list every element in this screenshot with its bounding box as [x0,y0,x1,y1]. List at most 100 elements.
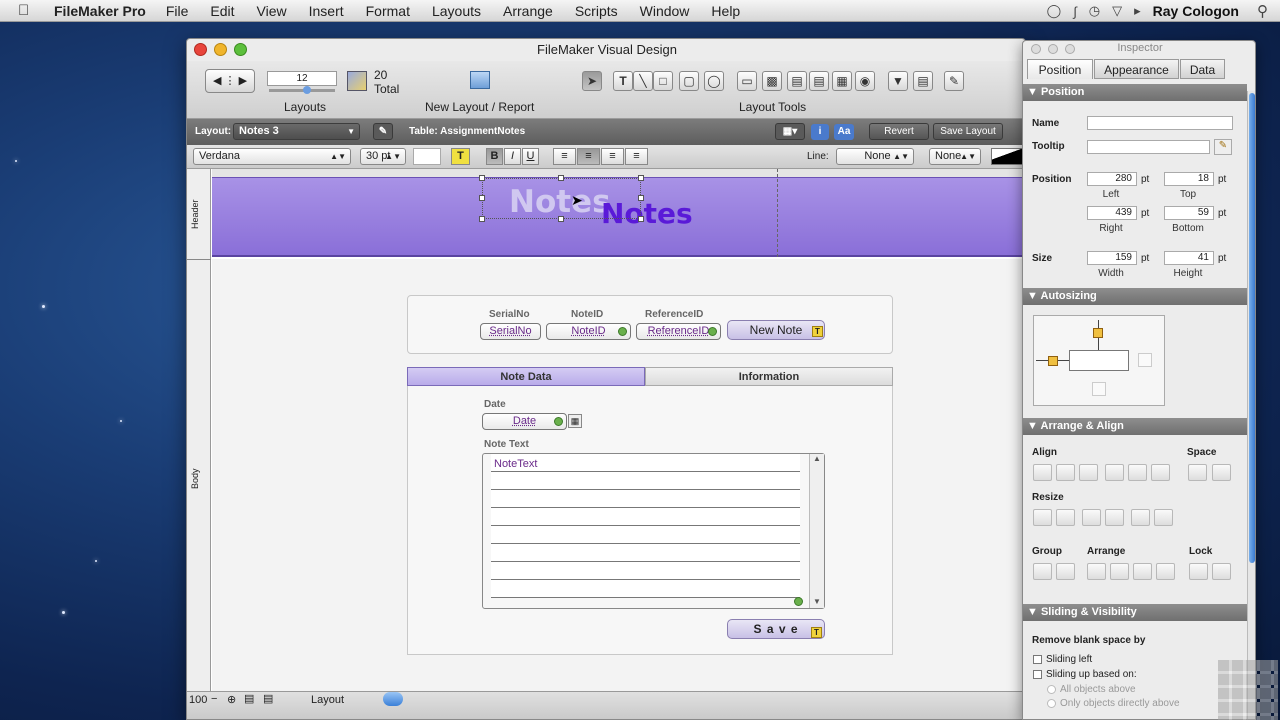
underline-button[interactable]: U [522,148,539,165]
menu-help[interactable]: Help [711,3,740,19]
layout-nav-buttons[interactable]: ◀ ⋮ ▶ [205,69,255,93]
note-text-field[interactable]: NoteText [482,453,825,609]
resize-largest-height-icon[interactable] [1105,509,1124,526]
portal-tool-icon[interactable]: ▤ [809,71,829,91]
info-icon[interactable]: i [811,124,829,140]
zoom-out-icon[interactable]: − [211,693,217,705]
close-window-button[interactable] [194,43,207,56]
lock-left-icon[interactable] [1048,356,1058,366]
revert-button[interactable]: Revert [869,123,929,140]
noteid-label[interactable]: NoteID [571,309,603,320]
align-left-icon[interactable]: ≡ [553,148,576,165]
slider-knob[interactable] [303,86,311,94]
note-text-label[interactable]: Note Text [484,439,529,450]
sliding-up-checkbox[interactable] [1033,670,1042,679]
position-section-header[interactable]: ▼ Position [1023,84,1247,101]
tab-information[interactable]: Information [645,367,893,386]
previous-layout-icon[interactable]: ◀ [213,75,221,87]
inspector-zoom-button[interactable] [1065,44,1075,54]
note-text-scrollbar[interactable]: ▲ ▼ [809,454,824,608]
time-machine-icon[interactable]: ◷ [1089,3,1100,19]
user-name[interactable]: Ray Cologon [1153,3,1239,19]
align-middles-icon[interactable] [1128,464,1147,481]
fill-style-popup[interactable]: None ▲▼ [929,148,981,165]
scrollbar-thumb[interactable] [1249,93,1255,563]
oval-tool-icon[interactable]: ◯ [704,71,724,91]
align-bottom-edges-icon[interactable] [1151,464,1170,481]
align-right-edges-icon[interactable] [1079,464,1098,481]
left-input[interactable]: 280 [1087,172,1137,186]
menu-insert[interactable]: Insert [309,3,344,19]
align-top-edges-icon[interactable] [1105,464,1124,481]
align-left-edges-icon[interactable] [1033,464,1052,481]
tab-position[interactable]: Position [1027,59,1093,79]
part-tool-icon[interactable]: ▤ [913,71,933,91]
layout-name-popup[interactable]: Notes 3 ▼ [233,123,360,140]
zoom-window-button[interactable] [234,43,247,56]
serialno-label[interactable]: SerialNo [489,309,530,320]
resize-largest-width-icon[interactable] [1056,509,1075,526]
layout-slider[interactable] [269,89,335,92]
menu-app-name[interactable]: FileMaker Pro [54,3,146,19]
new-layout-report-label[interactable]: New Layout / Report [425,100,534,114]
bring-to-front-icon[interactable] [1087,563,1106,580]
autosizing-section-header[interactable]: ▼ Autosizing [1023,288,1247,305]
resize-smallest-height-icon[interactable] [1082,509,1101,526]
sliding-visibility-section-header[interactable]: ▼ Sliding & Visibility [1023,604,1247,621]
bottom-input[interactable]: 59 [1164,206,1214,220]
field-tool-icon[interactable]: ▭ [737,71,757,91]
all-objects-radio[interactable] [1047,685,1056,694]
lock-top-icon[interactable] [1093,328,1103,338]
minimize-window-button[interactable] [214,43,227,56]
selection-handle[interactable] [638,195,644,201]
referenceid-label[interactable]: ReferenceID [645,309,703,320]
inspector-scrollbar[interactable] [1247,91,1255,719]
autosizing-widget[interactable] [1033,315,1165,406]
menu-layouts[interactable]: Layouts [432,3,481,19]
unlock-icon[interactable] [1212,563,1231,580]
lock-bottom-icon[interactable] [1092,382,1106,396]
serialno-field[interactable]: SerialNo [480,323,541,340]
header-part-label[interactable]: Header [190,199,200,229]
send-to-back-icon[interactable] [1156,563,1175,580]
calendar-icon[interactable]: ▦ [568,414,582,428]
volume-icon[interactable]: ▸ [1134,3,1141,19]
send-backward-icon[interactable] [1133,563,1152,580]
menu-view[interactable]: View [257,3,287,19]
tooltip-input[interactable] [1087,140,1210,154]
header-part[interactable]: Notes Notes ➤ [212,175,1025,257]
right-input[interactable]: 439 [1087,206,1137,220]
tab-note-data[interactable]: Note Data [407,367,645,386]
resize-smallest-width-icon[interactable] [1033,509,1052,526]
menu-scripts[interactable]: Scripts [575,3,618,19]
next-layout-icon[interactable]: ▶ [239,75,247,87]
line-tool-icon[interactable]: ╲ [633,71,653,91]
web-viewer-tool-icon[interactable]: ◉ [855,71,875,91]
bold-button[interactable]: B [486,148,503,165]
font-size-popup[interactable]: 30 pt ▲▼ [360,148,406,165]
top-input[interactable]: 18 [1164,172,1214,186]
selection-handle[interactable] [479,195,485,201]
toggle-status-icon[interactable]: ▤ [244,692,254,705]
apple-icon[interactable]:  [18,2,40,19]
new-layout-icon[interactable] [470,71,490,89]
format-painter-icon[interactable]: ✎ [944,71,964,91]
selection-handle[interactable] [638,216,644,222]
body-part[interactable]: SerialNo NoteID ReferenceID SerialNo Not… [212,259,1025,697]
selection-handle[interactable] [479,175,485,181]
selection-handle[interactable] [558,216,564,222]
resize-largest-both-icon[interactable] [1154,509,1173,526]
lock-icon[interactable] [1189,563,1208,580]
align-right-icon[interactable]: ≡ [601,148,624,165]
line-color-swatch[interactable] [991,148,1023,165]
edit-layout-name-icon[interactable]: ✎ [373,123,393,140]
sliding-left-checkbox[interactable] [1033,655,1042,664]
wifi-icon[interactable]: ▽ [1112,3,1122,19]
align-center-icon[interactable]: ≡ [577,148,600,165]
spotlight-search-icon[interactable]: ⚲ [1257,2,1268,20]
rectangle-tool-icon[interactable]: □ [653,71,673,91]
ungroup-icon[interactable] [1056,563,1075,580]
menu-arrange[interactable]: Arrange [503,3,553,19]
align-centers-icon[interactable] [1056,464,1075,481]
bluetooth-icon[interactable]: ∫ [1073,4,1077,19]
